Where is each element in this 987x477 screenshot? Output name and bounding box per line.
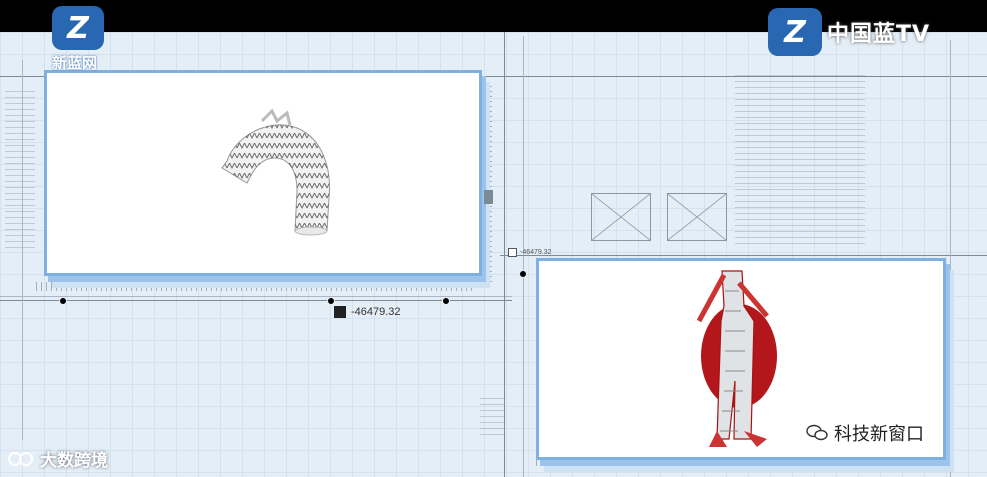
anchor-point[interactable] [519, 270, 527, 278]
watermark-left: 大数跨境 [8, 446, 108, 471]
image-placeholder [591, 193, 651, 241]
watermark-right: 科技新窗口 [806, 420, 924, 446]
side-text-block [5, 88, 35, 248]
ruler-horizontal [36, 282, 476, 291]
left-logo-label: 新蓝网 [52, 54, 98, 72]
spec-text-block [735, 74, 865, 244]
coordinate-readout: -46479.32 [351, 306, 401, 318]
wechat-icon [806, 424, 828, 441]
channel-logo-icon: Z [768, 8, 822, 56]
watermark-left-text: 大数跨境 [40, 451, 108, 471]
image-placeholder [667, 193, 727, 241]
zhejiang-tv-logo-icon: Z [52, 6, 104, 50]
position-marker-icon[interactable] [334, 306, 346, 318]
mid-text-block [480, 395, 504, 435]
guide-line [523, 36, 524, 477]
anchor-point[interactable] [327, 297, 335, 305]
close-x-placeholder-icon [592, 194, 650, 240]
stent-graft-illustration [221, 108, 331, 236]
channel-name: 中国蓝TV [827, 22, 931, 47]
guide-line [950, 40, 951, 477]
coordinate-readout-small: -46479.32 [520, 249, 552, 256]
anchor-point[interactable] [442, 297, 450, 305]
guide-line [0, 300, 512, 301]
position-marker-small-icon[interactable] [508, 248, 517, 257]
close-x-placeholder-icon [668, 194, 726, 240]
watermark-right-text: 科技新窗口 [834, 424, 924, 445]
ruler-scrollbar[interactable] [484, 190, 493, 204]
ruler-vertical [482, 82, 492, 282]
anchor-point[interactable] [59, 297, 67, 305]
stent-graft-panel [44, 70, 482, 276]
guide-line [0, 296, 512, 297]
watermark-logo-icon [8, 451, 33, 466]
guide-line [500, 255, 987, 256]
